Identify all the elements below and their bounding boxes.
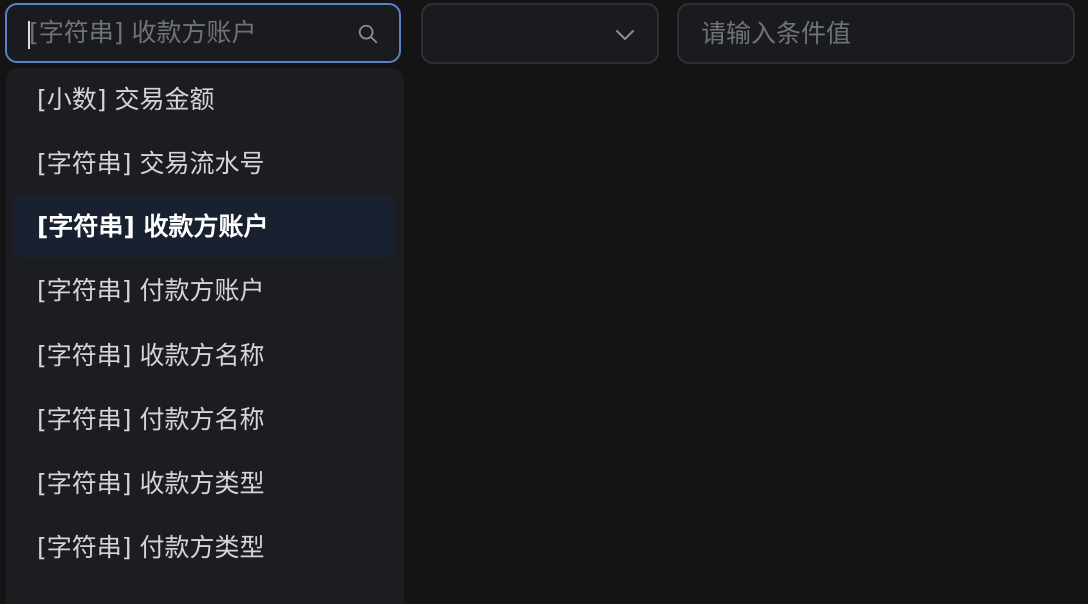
condition-value-placeholder: 请输入条件值 bbox=[701, 19, 852, 48]
dropdown-option[interactable]: [字符串] 付款方名称 bbox=[13, 389, 395, 451]
dropdown-option[interactable]: [字符串] 付款方类型 bbox=[13, 517, 395, 579]
chevron-down-icon bbox=[616, 30, 634, 40]
dropdown-option[interactable]: [小数] 交易金额 bbox=[13, 69, 395, 131]
filter-panel: [字符串] 收款方账户 请输入条件值 [小数] 交易金额 [字符串] 交易流水号… bbox=[0, 0, 1088, 604]
field-select-placeholder: [字符串] 收款方账户 bbox=[29, 18, 257, 47]
dropdown-option[interactable]: [字符串] 收款方名称 bbox=[13, 325, 395, 387]
operator-select[interactable] bbox=[421, 3, 659, 64]
search-icon bbox=[358, 24, 378, 44]
condition-value-input[interactable]: 请输入条件值 bbox=[677, 3, 1075, 64]
dropdown-option[interactable]: [字符串] 收款方类型 bbox=[13, 453, 395, 515]
field-dropdown-menu: [小数] 交易金额 [字符串] 交易流水号 [字符串] 收款方账户 [字符串] … bbox=[6, 68, 404, 604]
dropdown-option-selected[interactable]: [字符串] 收款方账户 bbox=[13, 196, 395, 258]
dropdown-option[interactable]: [字符串] 交易流水号 bbox=[13, 133, 395, 195]
dropdown-option[interactable]: [字符串] 付款方账户 bbox=[13, 260, 395, 322]
field-select[interactable]: [字符串] 收款方账户 bbox=[5, 3, 401, 63]
